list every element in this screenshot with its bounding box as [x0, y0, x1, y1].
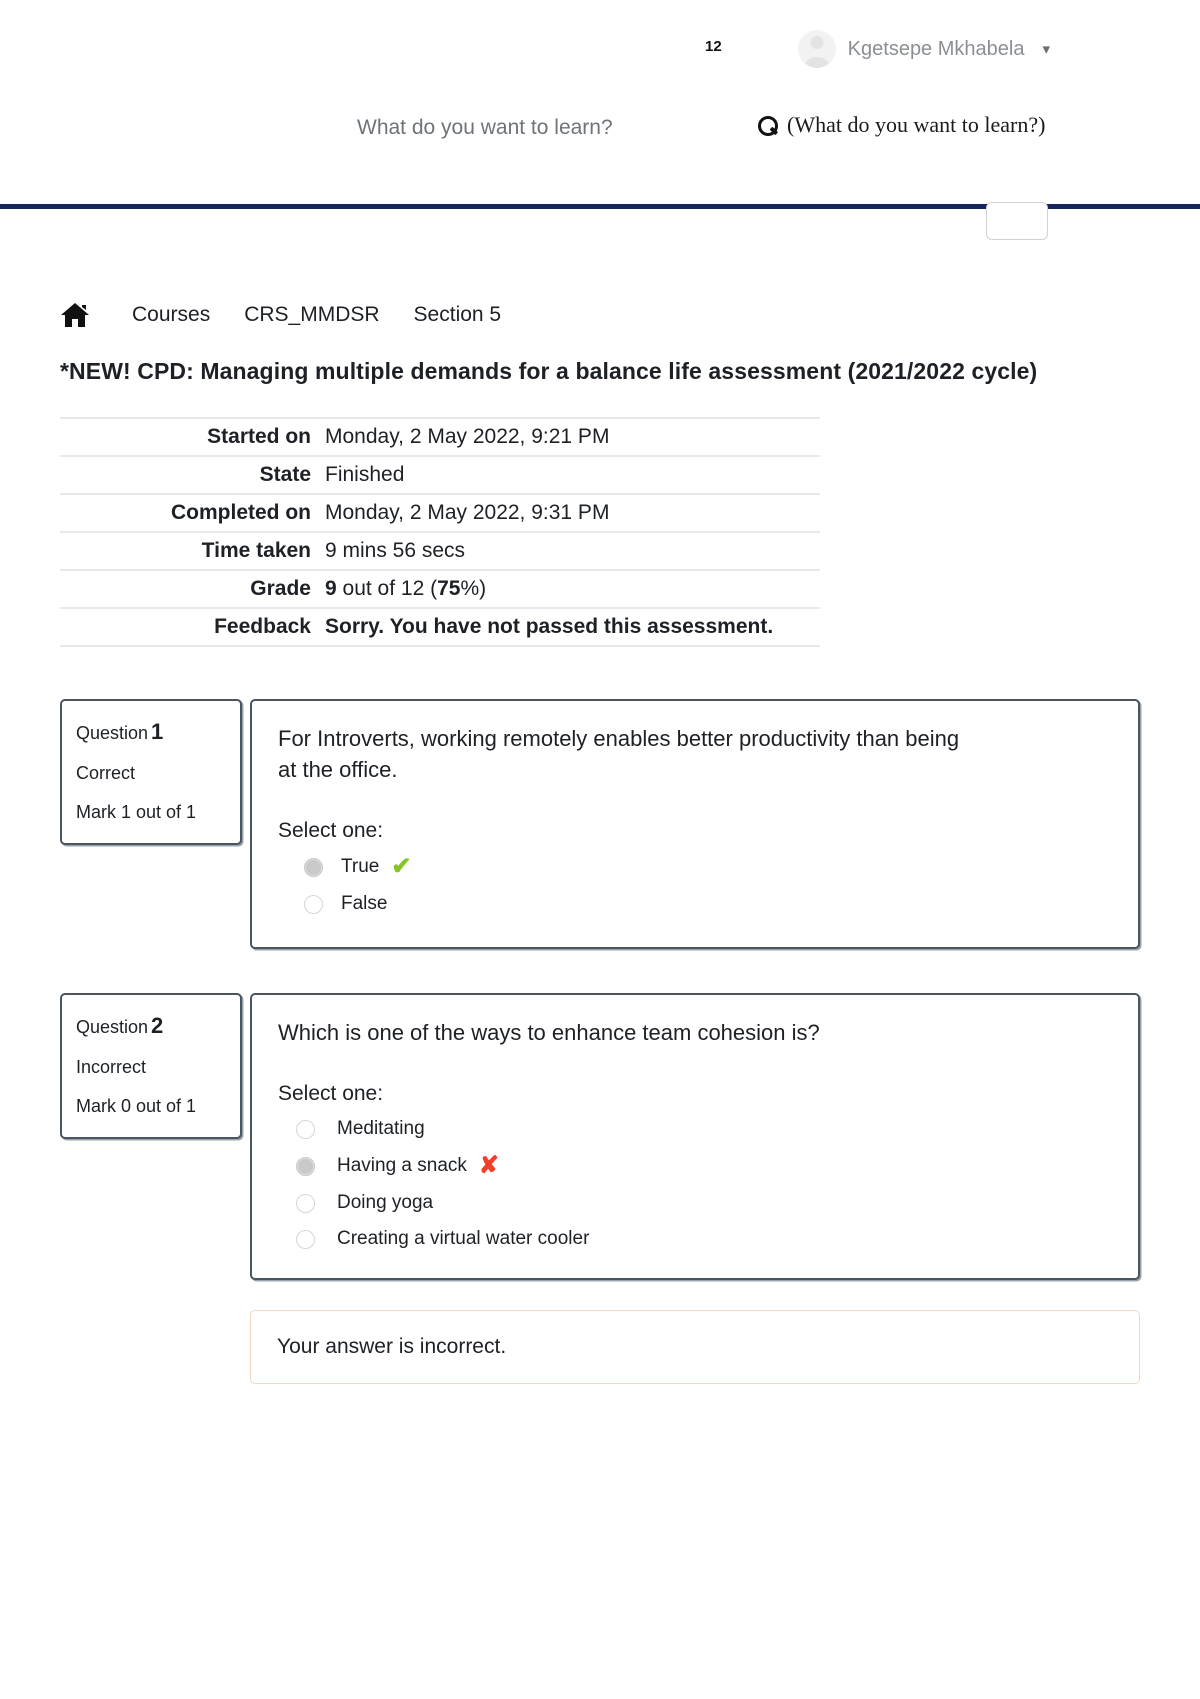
question-number-label: Question	[76, 723, 149, 743]
table-row: Feedback Sorry. You have not passed this…	[60, 608, 820, 646]
answer-feedback-box: Your answer is incorrect.	[250, 1310, 1140, 1385]
question-number-value: 2	[151, 1013, 164, 1038]
summary-label-time-taken: Time taken	[201, 539, 311, 562]
search-input[interactable]	[357, 116, 687, 140]
grade-tail: %)	[460, 577, 487, 600]
summary-label-grade: Grade	[250, 577, 311, 600]
table-row: Completed on Monday, 2 May 2022, 9:31 PM	[60, 494, 820, 532]
answer-option[interactable]: Meditating	[278, 1118, 1112, 1140]
summary-label-state: State	[259, 463, 311, 486]
select-one-label-2: Select one:	[278, 1082, 384, 1106]
top-user-bar: 12 Kgetsepe Mkhabela ▾	[0, 0, 1200, 96]
question-text-1: For Introverts, working remotely enables…	[278, 726, 960, 783]
summary-value-feedback: Sorry. You have not passed this assessme…	[325, 615, 774, 638]
correct-check-icon: ✔	[391, 853, 412, 881]
table-row: Time taken 9 mins 56 secs	[60, 532, 820, 570]
summary-label-completed-on: Completed on	[171, 501, 311, 524]
answer-option[interactable]: Creating a virtual water cooler	[278, 1228, 1112, 1250]
radio-icon[interactable]	[296, 1156, 315, 1176]
radio-icon[interactable]	[296, 1193, 315, 1213]
user-name-label: Kgetsepe Mkhabela	[847, 37, 1025, 60]
radio-icon[interactable]	[296, 1229, 315, 1249]
breadcrumb-item-section[interactable]: Section 5	[414, 303, 502, 327]
answer-label: Having a snack	[337, 1155, 467, 1177]
answer-option[interactable]: False	[278, 893, 1112, 915]
user-avatar-icon	[797, 30, 836, 68]
question-number-1: Question 1	[76, 719, 226, 745]
header-ghost-button[interactable]	[986, 202, 1048, 240]
answer-label: Meditating	[337, 1118, 425, 1140]
radio-icon[interactable]	[304, 857, 323, 877]
question-info-1: Question 1 Correct Mark 1 out of 1	[60, 699, 242, 845]
summary-value-time-taken: 9 mins 56 secs	[325, 539, 466, 562]
question-text-2: Which is one of the ways to enhance team…	[278, 1020, 820, 1045]
table-row: Grade 9 out of 12 (75%)	[60, 570, 820, 608]
summary-label-started-on: Started on	[207, 425, 311, 448]
page-counter: 12	[705, 38, 722, 55]
answer-label: False	[341, 893, 388, 915]
answer-label: Creating a virtual water cooler	[337, 1228, 590, 1250]
grade-middle: out of 12 (	[336, 577, 438, 600]
home-icon[interactable]	[60, 302, 90, 328]
search-submit-label: (What do you want to learn?)	[787, 112, 1046, 137]
answer-feedback-text: Your answer is incorrect.	[277, 1335, 507, 1359]
question-body-2: Which is one of the ways to enhance team…	[250, 993, 1140, 1281]
answer-label: Doing yoga	[337, 1192, 434, 1214]
summary-value-grade: 9 out of 12 (75%)	[325, 570, 820, 608]
table-row: Started on Monday, 2 May 2022, 9:21 PM	[60, 418, 820, 456]
answer-list-1: True ✔ False	[278, 855, 1112, 915]
summary-value-started-on: Monday, 2 May 2022, 9:21 PM	[325, 425, 610, 448]
select-one-label-1: Select one:	[278, 819, 384, 843]
user-menu[interactable]: Kgetsepe Mkhabela ▾	[797, 30, 1050, 68]
chevron-down-icon[interactable]: ▾	[1042, 42, 1050, 57]
question-block-2: Question 2 Incorrect Mark 0 out of 1 Whic…	[60, 993, 1140, 1281]
question-info-2: Question 2 Incorrect Mark 0 out of 1	[60, 993, 242, 1139]
page-title: *NEW! CPD: Managing multiple demands for…	[60, 358, 1038, 384]
table-row: State Finished	[60, 456, 820, 494]
question-mark-2: Mark 0 out of 1	[76, 1096, 197, 1116]
summary-value-state: Finished	[325, 463, 405, 486]
question-number-label: Question	[76, 1017, 149, 1037]
summary-value-completed-on: Monday, 2 May 2022, 9:31 PM	[325, 501, 610, 524]
answer-option[interactable]: True ✔	[278, 855, 1112, 879]
radio-icon[interactable]	[296, 1119, 315, 1139]
question-number-value: 1	[151, 719, 164, 744]
grade-percent: 75	[437, 577, 461, 600]
main-content: Courses CRS_MMDSR Section 5 *NEW! CPD: M…	[0, 302, 1200, 1385]
grade-score: 9	[325, 577, 337, 600]
breadcrumb-item-courses[interactable]: Courses	[132, 303, 210, 327]
search-icon	[758, 115, 778, 136]
breadcrumb: Courses CRS_MMDSR Section 5	[60, 302, 1140, 328]
question-block-1: Question 1 Correct Mark 1 out of 1 For In…	[60, 699, 1140, 949]
answer-option[interactable]: Having a snack ✘	[278, 1154, 1112, 1178]
question-state-2: Incorrect	[76, 1057, 147, 1077]
incorrect-cross-icon: ✘	[478, 1152, 500, 1180]
question-mark-1: Mark 1 out of 1	[76, 802, 197, 822]
answer-option[interactable]: Doing yoga	[278, 1192, 1112, 1214]
attempt-summary-table: Started on Monday, 2 May 2022, 9:21 PM S…	[60, 417, 820, 647]
answer-label: True	[341, 856, 380, 878]
summary-label-feedback: Feedback	[214, 615, 311, 638]
answer-list-2: Meditating Having a snack ✘ Doing yoga C…	[278, 1118, 1112, 1250]
question-state-1: Correct	[76, 763, 136, 783]
question-body-1: For Introverts, working remotely enables…	[250, 699, 1140, 949]
question-number-2: Question 2	[76, 1013, 226, 1039]
search-row: (What do you want to learn?)	[0, 96, 1200, 182]
header-action-row	[0, 202, 1200, 254]
radio-icon[interactable]	[304, 894, 323, 914]
search-submit-button[interactable]: (What do you want to learn?)	[758, 112, 1045, 138]
breadcrumb-item-course-code[interactable]: CRS_MMDSR	[244, 303, 379, 327]
